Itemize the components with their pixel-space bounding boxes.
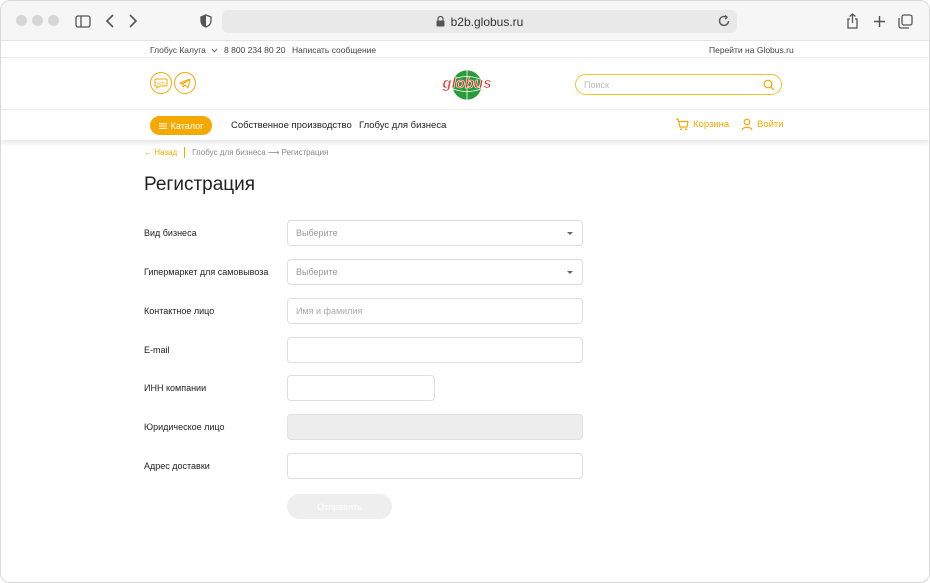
search-icon[interactable] [763,78,775,96]
tab-overview-icon[interactable] [895,11,915,31]
hamburger-menu-icon [158,122,167,129]
address-bar[interactable]: b2b.globus.ru [222,10,737,33]
label-delivery-address: Адрес доставки [144,461,210,471]
breadcrumb: ← Назад Глобус для бизнеса ⟶ Регистрация [144,146,328,158]
delivery-address-field [287,453,583,479]
window-minimize-button[interactable] [32,15,43,26]
submit-button[interactable]: Отправить [287,494,392,519]
phone-number[interactable]: 8 800 234 80 20 [224,45,285,55]
globus-logo[interactable]: globus [438,67,496,101]
label-legal-entity: Юридическое лицо [144,422,225,432]
main-site-link[interactable]: Перейти на Globus.ru [709,45,794,55]
city-label: Глобус Калуга [150,45,206,55]
dropdown-arrow-icon [567,232,573,235]
catalog-label: Каталог [170,120,204,131]
label-contact-person: Контактное лицо [144,306,215,316]
search-input[interactable] [584,76,754,94]
browser-window: b2b.globus.ru Глобус Калуга 8 800 234 80… [0,0,930,583]
email-input[interactable] [296,345,582,355]
telegram-button[interactable] [174,72,196,94]
label-company-inn: ИНН компании [144,383,207,393]
chat-bubble-icon: B2B [154,78,168,89]
window-close-button[interactable] [16,15,27,26]
share-icon[interactable] [842,11,862,31]
company-inn-input[interactable] [296,383,434,393]
reload-icon[interactable] [717,14,731,31]
legal-entity-input [296,422,582,432]
cart-label: Корзина [693,119,730,130]
contact-person-input[interactable] [296,306,582,316]
write-message-link[interactable]: Написать сообщение [292,45,376,55]
svg-text:B2B: B2B [157,80,165,85]
breadcrumb-path[interactable]: Глобус для бизнеса ⟶ Регистрация [192,148,328,157]
login-button[interactable]: Войти [741,118,784,131]
back-link[interactable]: ← Назад [144,148,177,157]
business-type-select[interactable]: Выберите [287,220,583,246]
dropdown-arrow-icon [567,271,573,274]
new-tab-plus-icon[interactable] [869,11,889,31]
nav-link-globus-business[interactable]: Глобус для бизнеса [359,120,446,131]
label-email: E-mail [144,345,170,355]
breadcrumb-divider [184,146,186,158]
legal-entity-field [287,414,583,440]
chat-button[interactable]: B2B [150,72,172,94]
contact-person-field [287,298,583,324]
lock-icon [436,16,445,27]
site-header: B2B globus [1,58,929,110]
logo-wordmark: globus [441,75,491,92]
browser-toolbar: b2b.globus.ru [1,1,929,41]
main-navigation: Каталог Собственное производство Глобус … [1,111,929,140]
company-inn-field [287,375,435,401]
nav-link-own-production[interactable]: Собственное производство [231,120,352,131]
user-icon [741,118,753,131]
chevron-down-icon [211,48,218,53]
cart-icon [676,118,689,131]
label-business-type: Вид бизнеса [144,228,197,238]
search-box [575,74,782,95]
window-zoom-button[interactable] [48,15,59,26]
forward-arrow-icon[interactable] [123,11,143,31]
delivery-address-input[interactable] [296,461,582,471]
pickup-hypermarket-placeholder: Выберите [296,267,338,277]
sidebar-toggle-icon[interactable] [73,11,93,31]
top-info-bar: Глобус Калуга 8 800 234 80 20 Написать с… [1,41,929,58]
catalog-button[interactable]: Каталог [150,116,212,135]
business-type-placeholder: Выберите [296,228,338,238]
email-field [287,337,583,363]
privacy-shield-icon[interactable] [196,11,216,31]
address-url: b2b.globus.ru [450,14,524,29]
pickup-hypermarket-select[interactable]: Выберите [287,259,583,285]
login-label: Войти [757,119,784,130]
page-title: Регистрация [144,174,256,195]
label-pickup-hypermarket: Гипермаркет для самовывоза [144,267,269,277]
cart-button[interactable]: Корзина [675,118,729,131]
back-arrow-icon[interactable] [100,11,120,31]
city-selector[interactable]: Глобус Калуга [150,45,218,55]
telegram-plane-icon [179,78,191,88]
